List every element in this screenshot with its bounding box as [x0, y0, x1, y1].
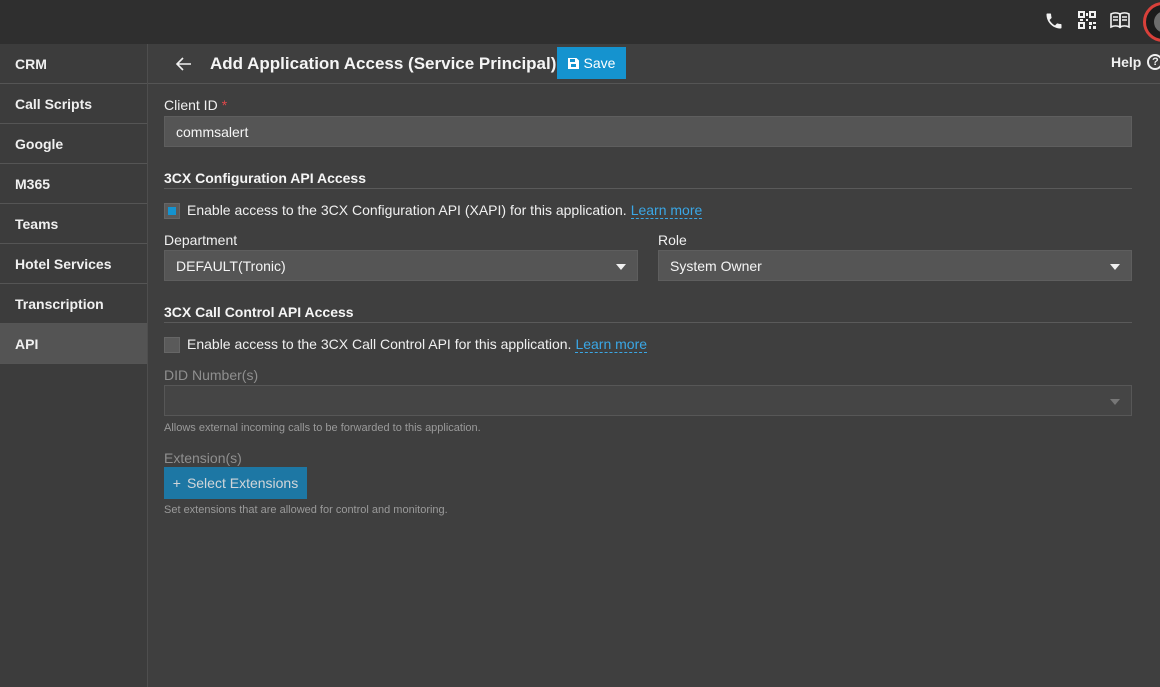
chevron-down-icon — [1110, 264, 1120, 270]
divider — [164, 188, 1132, 189]
divider — [164, 322, 1132, 323]
sidebar-item-api[interactable]: API — [0, 324, 147, 364]
page-header: Add Application Access (Service Principa… — [148, 44, 1160, 84]
extensions-hint: Set extensions that are allowed for cont… — [164, 504, 448, 516]
required-marker: * — [221, 97, 228, 113]
sidebar-item-call-scripts[interactable]: Call Scripts — [0, 84, 147, 124]
extensions-label: Extension(s) — [164, 450, 242, 466]
call-control-learn-more-link[interactable]: Learn more — [575, 336, 648, 353]
sidebar-item-transcription[interactable]: Transcription — [0, 284, 147, 324]
config-api-learn-more-link[interactable]: Learn more — [630, 202, 703, 219]
chevron-down-icon — [616, 264, 626, 270]
sidebar-item-teams[interactable]: Teams — [0, 204, 147, 244]
call-control-checkbox[interactable] — [164, 337, 180, 353]
call-control-checkbox-text: Enable access to the 3CX Call Control AP… — [187, 336, 572, 352]
did-number-hint: Allows external incoming calls to be for… — [164, 422, 481, 434]
sidebar-item-hotel-services[interactable]: Hotel Services — [0, 244, 147, 284]
sidebar-item-crm[interactable]: CRM — [0, 44, 147, 84]
client-id-value: commsalert — [176, 123, 249, 140]
department-select[interactable]: DEFAULT(Tronic) — [164, 250, 638, 281]
phone-icon[interactable] — [1044, 11, 1064, 31]
help-link[interactable]: Help ? — [1111, 54, 1160, 70]
department-value: DEFAULT(Tronic) — [176, 257, 286, 274]
book-icon[interactable] — [1110, 11, 1130, 31]
help-icon: ? — [1147, 54, 1160, 70]
call-control-checkbox-label: Enable access to the 3CX Call Control AP… — [187, 336, 648, 353]
did-number-select[interactable] — [164, 385, 1132, 416]
role-value: System Owner — [670, 257, 762, 274]
save-label: Save — [583, 55, 616, 71]
page-title: Add Application Access (Service Principa… — [210, 54, 557, 73]
client-id-label: Client ID * — [164, 97, 227, 113]
department-label: Department — [164, 232, 238, 248]
select-extensions-label: Select Extensions — [186, 475, 299, 491]
client-id-label-text: Client ID — [164, 97, 218, 113]
config-api-section-title: 3CX Configuration API Access — [164, 170, 367, 186]
sidebar-item-google[interactable]: Google — [0, 124, 147, 164]
role-label: Role — [658, 232, 687, 248]
config-api-checkbox[interactable] — [164, 203, 180, 219]
save-button[interactable]: Save — [557, 47, 626, 79]
chevron-down-icon — [1110, 399, 1120, 405]
plus-icon: + — [172, 475, 181, 491]
qr-code-icon[interactable] — [1078, 11, 1098, 31]
select-extensions-button[interactable]: + Select Extensions — [164, 467, 307, 499]
avatar[interactable] — [1143, 2, 1160, 42]
did-number-label: DID Number(s) — [164, 367, 259, 383]
help-label: Help — [1111, 54, 1142, 70]
back-arrow-icon[interactable] — [175, 55, 193, 73]
call-control-section-title: 3CX Call Control API Access — [164, 304, 354, 320]
config-api-checkbox-text: Enable access to the 3CX Configuration A… — [187, 202, 627, 218]
save-icon — [567, 57, 579, 69]
client-id-input[interactable]: commsalert — [164, 116, 1132, 147]
top-bar — [0, 0, 1160, 44]
role-select[interactable]: System Owner — [658, 250, 1132, 281]
sidebar: CRM Call Scripts Google M365 Teams Hotel… — [0, 44, 148, 687]
sidebar-item-m365[interactable]: M365 — [0, 164, 147, 204]
config-api-checkbox-label: Enable access to the 3CX Configuration A… — [187, 202, 703, 219]
